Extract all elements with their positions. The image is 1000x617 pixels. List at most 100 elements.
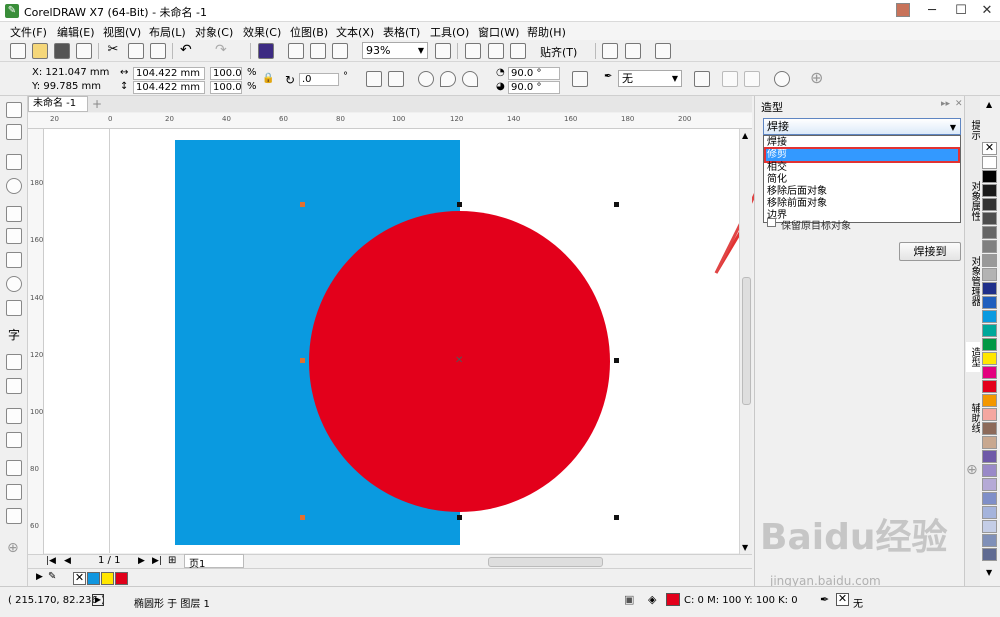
pie-mode-icon[interactable] — [440, 71, 456, 87]
convert-to-curves-icon[interactable] — [774, 71, 790, 87]
tab-object-properties[interactable]: 对象属性 — [966, 166, 980, 236]
scale-width-field[interactable]: 100.0 — [210, 67, 242, 80]
palette-scroll-down-icon[interactable]: ▼ — [986, 568, 992, 577]
eyedropper-tool-icon[interactable] — [6, 460, 22, 476]
rotation-field[interactable]: .0 — [299, 73, 339, 86]
menu-layout[interactable]: 布局(L) — [149, 24, 186, 40]
outline-width-combo[interactable]: 无 ▼ — [618, 70, 682, 87]
interactive-fill-tool-icon[interactable] — [6, 484, 22, 500]
search-content-icon[interactable] — [258, 43, 274, 59]
mirror-horizontal-icon[interactable] — [366, 71, 382, 87]
copy-icon[interactable] — [128, 43, 144, 59]
show-guidelines-icon[interactable] — [510, 43, 526, 59]
prev-page-icon[interactable]: ◀ — [64, 556, 71, 566]
to-front-icon[interactable] — [722, 71, 738, 87]
snap-to-menu[interactable]: 贴齐(T) — [540, 44, 577, 60]
rectangle-tool-icon[interactable] — [6, 252, 22, 268]
smart-fill-tool-icon[interactable] — [6, 508, 22, 524]
artistic-media-tool-icon[interactable] — [6, 228, 22, 244]
drop-shadow-tool-icon[interactable] — [6, 408, 22, 424]
scroll-up-icon[interactable]: ▲ — [742, 131, 748, 140]
options-icon[interactable] — [625, 43, 641, 59]
palette-swatch-red[interactable] — [115, 572, 128, 585]
option-simplify[interactable]: 简化 — [766, 174, 958, 186]
y-position-field[interactable]: Y: 99.785 mm — [30, 81, 112, 94]
color-swatch[interactable] — [982, 408, 997, 421]
end-angle-field[interactable]: 90.0 ° — [508, 81, 560, 94]
docker-collapse-icon[interactable]: ▸▸ — [941, 99, 950, 109]
last-page-icon[interactable]: ▶| — [152, 556, 162, 566]
eyedropper-icon[interactable]: ✎ — [48, 571, 56, 582]
palette-scroll-up-icon[interactable]: ▲ — [986, 100, 992, 109]
connector-tool-icon[interactable] — [6, 378, 22, 394]
palette-menu-icon[interactable]: ▶ — [36, 572, 43, 582]
show-rulers-icon[interactable] — [465, 43, 481, 59]
color-swatch[interactable] — [982, 352, 997, 365]
color-swatch[interactable] — [982, 422, 997, 435]
redo-icon[interactable]: ↷ — [215, 43, 231, 59]
tab-guidelines[interactable]: 辅助线 — [966, 396, 980, 440]
menu-bitmaps[interactable]: 位图(B) — [290, 24, 328, 40]
color-swatch[interactable] — [982, 212, 997, 225]
docker-close-icon[interactable]: ✕ — [955, 99, 963, 109]
color-swatch[interactable] — [982, 282, 997, 295]
wrap-text-icon[interactable] — [694, 71, 710, 87]
import-icon[interactable] — [288, 43, 304, 59]
play-icon[interactable]: ▶ — [92, 594, 104, 606]
first-page-icon[interactable]: |◀ — [46, 556, 56, 566]
tab-object-manager[interactable]: 对象管理器 — [966, 246, 980, 316]
change-direction-icon[interactable] — [572, 71, 588, 87]
close-button[interactable]: ✕ — [972, 0, 1000, 22]
new-document-icon[interactable] — [10, 43, 26, 59]
color-proof-icon[interactable]: ▣ — [624, 593, 634, 606]
freehand-tool-icon[interactable] — [6, 206, 22, 222]
width-field[interactable]: 104.422 mm — [133, 67, 205, 80]
color-swatch[interactable] — [982, 520, 997, 533]
color-swatch[interactable] — [982, 310, 997, 323]
color-swatch[interactable] — [982, 506, 997, 519]
color-swatch[interactable] — [982, 534, 997, 547]
to-back-icon[interactable] — [744, 71, 760, 87]
save-icon[interactable] — [54, 43, 70, 59]
menu-help[interactable]: 帮助(H) — [527, 24, 566, 40]
color-swatch[interactable] — [982, 268, 997, 281]
color-swatch[interactable] — [982, 366, 997, 379]
zoom-tool-icon[interactable] — [6, 178, 22, 194]
ellipse-mode-icon[interactable] — [418, 71, 434, 87]
menu-effects[interactable]: 效果(C) — [243, 24, 281, 40]
shape-tool-icon[interactable] — [6, 124, 22, 140]
option-front-minus-back[interactable]: 移除前面对象 — [766, 198, 958, 210]
publish-pdf-icon[interactable] — [332, 43, 348, 59]
height-field[interactable]: 104.422 mm — [133, 81, 205, 94]
color-swatch[interactable] — [982, 492, 997, 505]
color-swatch[interactable] — [982, 436, 997, 449]
menu-text[interactable]: 文本(X) — [336, 24, 374, 40]
lock-ratio-icon[interactable]: 🔒 — [262, 73, 274, 84]
polygon-tool-icon[interactable] — [6, 300, 22, 316]
color-swatch[interactable] — [982, 394, 997, 407]
scroll-down-icon[interactable]: ▼ — [742, 543, 748, 552]
scale-height-field[interactable]: 100.0 — [210, 81, 242, 94]
menu-tools[interactable]: 工具(O) — [430, 24, 469, 40]
text-tool-icon[interactable]: 字 — [6, 326, 22, 342]
scroll-thumb[interactable] — [742, 277, 751, 405]
palette-swatch-blue[interactable] — [87, 572, 100, 585]
full-screen-icon[interactable] — [435, 43, 451, 59]
horizontal-scroll-thumb[interactable] — [488, 557, 603, 567]
print-icon[interactable] — [76, 43, 92, 59]
dimension-tool-icon[interactable] — [6, 354, 22, 370]
ellipse-tool-icon[interactable] — [6, 276, 22, 292]
color-swatch[interactable] — [982, 464, 997, 477]
color-swatch[interactable] — [982, 338, 997, 351]
option-intersect[interactable]: 相交 — [766, 162, 958, 174]
show-grid-icon[interactable] — [488, 43, 504, 59]
mirror-vertical-icon[interactable] — [388, 71, 404, 87]
paste-icon[interactable] — [150, 43, 166, 59]
new-tab-icon[interactable]: + — [92, 97, 102, 111]
no-color-swatch[interactable]: ✕ — [73, 572, 86, 585]
add-tool-icon[interactable]: ⊕ — [7, 540, 19, 556]
color-swatch[interactable] — [982, 170, 997, 183]
crop-tool-icon[interactable] — [6, 154, 22, 170]
arc-mode-icon[interactable] — [462, 71, 478, 87]
undo-icon[interactable]: ↶ — [180, 43, 196, 59]
